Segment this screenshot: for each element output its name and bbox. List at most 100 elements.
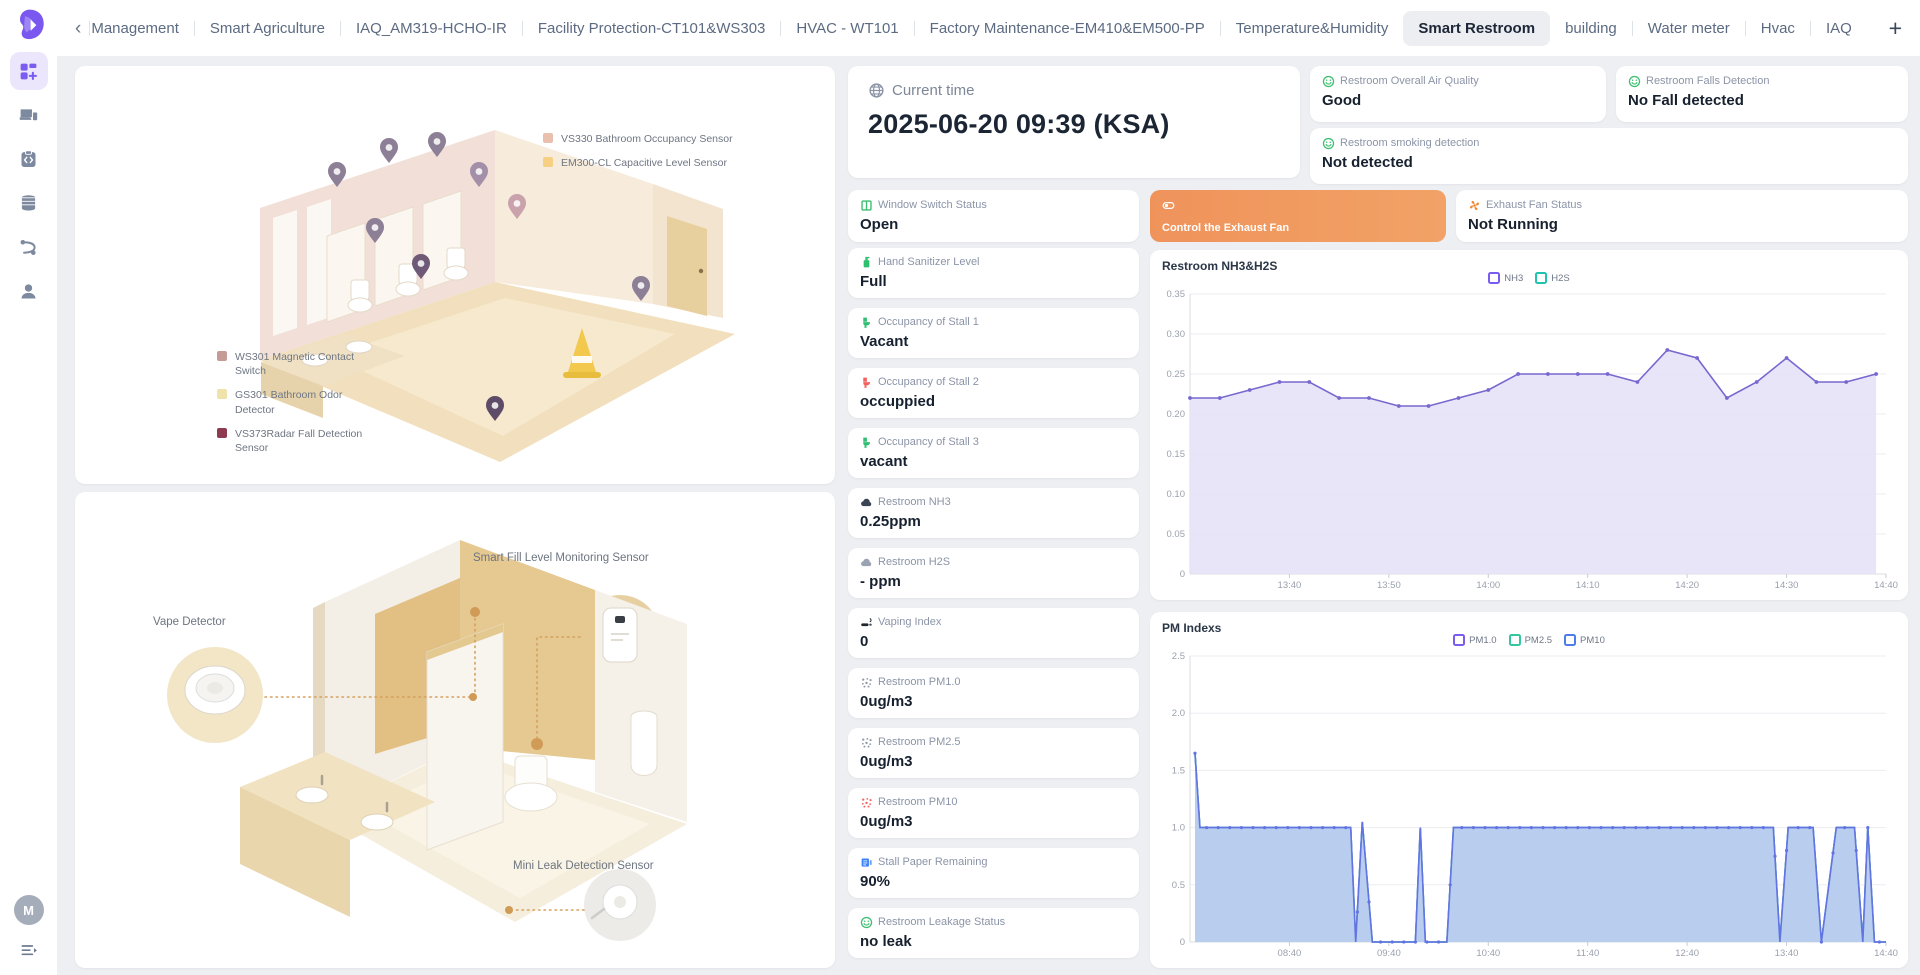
add-tab-button[interactable]: + [1889, 15, 1902, 42]
nh3-h2s-chart-plot: 00.050.100.150.200.250.300.3513:4013:501… [1158, 288, 1900, 594]
svg-text:13:40: 13:40 [1775, 948, 1799, 959]
sidebar: M [0, 0, 57, 975]
sensor-value: 90% [860, 873, 1127, 890]
nh3-h2s-chart-legend: NH3 H2S [1150, 272, 1908, 284]
tab-smart-agriculture[interactable]: Smart Agriculture [195, 11, 340, 46]
fill-level-sensor-label: Smart Fill Level Monitoring Sensor [473, 552, 649, 564]
sidebar-bottom: M [0, 895, 57, 961]
pm-index-chart-card: PM Indexs PM1.0PM2.5PM10 00.51.01.52.02.… [1150, 612, 1908, 968]
sensor-value: 0 [860, 633, 1127, 650]
legend-pm2-5[interactable]: PM2.5 [1509, 634, 1552, 646]
current-time-value: 2025-06-20 09:39 (KSA) [868, 109, 1280, 140]
legend-item-ws301-magnetic-contact-switch: WS301 Magnetic Contact Switch [217, 350, 377, 378]
sensor-value: 0.25ppm [860, 513, 1127, 530]
legend-h2s[interactable]: H2S [1535, 272, 1569, 284]
vape-icon [860, 616, 873, 629]
legend-marker [1453, 634, 1465, 646]
restroom-isometric-illustration [75, 66, 835, 484]
tab-iaq[interactable]: IAQ [1811, 11, 1867, 46]
sensor-value: - ppm [860, 573, 1127, 590]
window-switch-card: Window Switch Status Open [848, 190, 1139, 242]
sensor-tile-vaping-index: Vaping Index0 [848, 608, 1139, 658]
legend-swatch [217, 351, 227, 361]
sensor-tile-restroom-pm10: Restroom PM100ug/m3 [848, 788, 1139, 838]
dashboard-icon[interactable] [10, 52, 48, 90]
svg-text:09:40: 09:40 [1377, 948, 1401, 959]
smiley-icon [1628, 75, 1641, 88]
exhaust-fan-status-value: Not Running [1468, 216, 1896, 233]
globe-icon [868, 82, 885, 99]
legend-swatch [543, 157, 553, 167]
tab-hvac[interactable]: Hvac [1746, 11, 1810, 46]
sensor-tile-occupancy-of-stall-3: Occupancy of Stall 3vacant [848, 428, 1139, 478]
illustration-legend-left: WS301 Magnetic Contact Switch GS301 Bathr… [217, 350, 377, 455]
legend-marker [1488, 272, 1500, 284]
code-board-icon[interactable] [10, 140, 48, 178]
nh3-h2s-chart-title: Restroom NH3&H2S [1162, 259, 1277, 273]
svg-text:14:40: 14:40 [1874, 580, 1898, 591]
tab-water-meter[interactable]: Water meter [1633, 11, 1745, 46]
svg-text:14:00: 14:00 [1476, 580, 1500, 591]
sensor-value: 0ug/m3 [860, 693, 1127, 710]
illustration-legend-right: VS330 Bathroom Occupancy SensorEM300-CL … [543, 132, 733, 170]
window-icon [860, 199, 873, 212]
restroom-sensors-illustration-card: Vape Detector Smart Fill Level Monitorin… [75, 492, 835, 968]
sensor-tile-occupancy-of-stall-1: Occupancy of Stall 1Vacant [848, 308, 1139, 358]
cloud-icon [860, 556, 873, 569]
dots-icon [860, 796, 873, 809]
svg-text:13:40: 13:40 [1278, 580, 1302, 591]
sensor-value: 0ug/m3 [860, 813, 1127, 830]
leak-sensor-label: Mini Leak Detection Sensor [513, 860, 654, 872]
legend-pm10[interactable]: PM10 [1564, 634, 1605, 646]
sensor-value: Vacant [860, 333, 1127, 350]
tabs: ManagementSmart AgricultureIAQ_AM319-HCH… [89, 11, 1876, 46]
nh3-h2s-chart-card: Restroom NH3&H2S NH3H2S 00.050.100.150.2… [1150, 250, 1908, 600]
toilet-icon [860, 436, 873, 449]
legend-item-em300-cl-capacitive-level-sensor: EM300-CL Capacitive Level Sensor [543, 156, 733, 170]
legend-item-gs301-bathroom-odor-detector: GS301 Bathroom Odor Detector [217, 388, 377, 416]
paper-icon [860, 856, 873, 869]
tab-management[interactable]: Management [89, 11, 194, 46]
tabs-scroll-left-chevron[interactable]: ‹ [75, 19, 81, 38]
svg-text:14:30: 14:30 [1775, 580, 1799, 591]
tab-factory-maintenance-em410-em500-pp[interactable]: Factory Maintenance-EM410&EM500-PP [915, 11, 1220, 46]
svg-text:0.25: 0.25 [1167, 369, 1186, 380]
legend-item-vs373radar-fall-detection-sensor: VS373Radar Fall Detection Sensor [217, 427, 377, 455]
database-icon[interactable] [10, 184, 48, 222]
svg-text:1.0: 1.0 [1172, 823, 1185, 834]
legend-swatch [543, 133, 553, 143]
svg-text:0.05: 0.05 [1167, 529, 1186, 540]
svg-text:1.5: 1.5 [1172, 765, 1185, 776]
sensor-value: 0ug/m3 [860, 753, 1127, 770]
workflow-icon[interactable] [10, 228, 48, 266]
tab-bar: ‹ ManagementSmart AgricultureIAQ_AM319-H… [57, 0, 1920, 56]
tab-smart-restroom[interactable]: Smart Restroom [1403, 11, 1550, 46]
exhaust-fan-status-card: Exhaust Fan Status Not Running [1456, 190, 1908, 242]
dots-icon [860, 676, 873, 689]
sensor-tile-occupancy-of-stall-2: Occupancy of Stall 2occuppied [848, 368, 1139, 418]
current-time-card: Current time 2025-06-20 09:39 (KSA) [848, 66, 1300, 178]
legend-pm1-0[interactable]: PM1.0 [1453, 634, 1496, 646]
sanitizer-icon [860, 256, 873, 269]
tab-temperature-humidity[interactable]: Temperature&Humidity [1221, 11, 1404, 46]
sensor-value: Full [860, 273, 1127, 290]
fan-icon [1468, 199, 1481, 212]
air-quality-value: Good [1322, 92, 1594, 109]
legend-nh3[interactable]: NH3 [1488, 272, 1523, 284]
collapse-menu-icon[interactable] [19, 941, 39, 961]
tab-hvac-wt101[interactable]: HVAC - WT101 [781, 11, 913, 46]
tab-iaq-am319-hcho-ir[interactable]: IAQ_AM319-HCHO-IR [341, 11, 522, 46]
user-icon[interactable] [10, 272, 48, 310]
tab-building[interactable]: building [1550, 11, 1632, 46]
control-exhaust-fan-button[interactable]: Control the Exhaust Fan [1150, 190, 1446, 242]
legend-marker [1564, 634, 1576, 646]
svg-text:14:20: 14:20 [1675, 580, 1699, 591]
svg-text:10:40: 10:40 [1476, 948, 1500, 959]
smoking-detection-card: Restroom smoking detection Not detected [1310, 128, 1908, 184]
devices-icon[interactable] [10, 96, 48, 134]
tab-facility-protection-ct101-ws303[interactable]: Facility Protection-CT101&WS303 [523, 11, 781, 46]
svg-text:0.35: 0.35 [1167, 289, 1186, 300]
restroom-overview-illustration-card: VS330 Bathroom Occupancy SensorEM300-CL … [75, 66, 835, 484]
app-logo [11, 8, 47, 42]
avatar[interactable]: M [14, 895, 44, 925]
